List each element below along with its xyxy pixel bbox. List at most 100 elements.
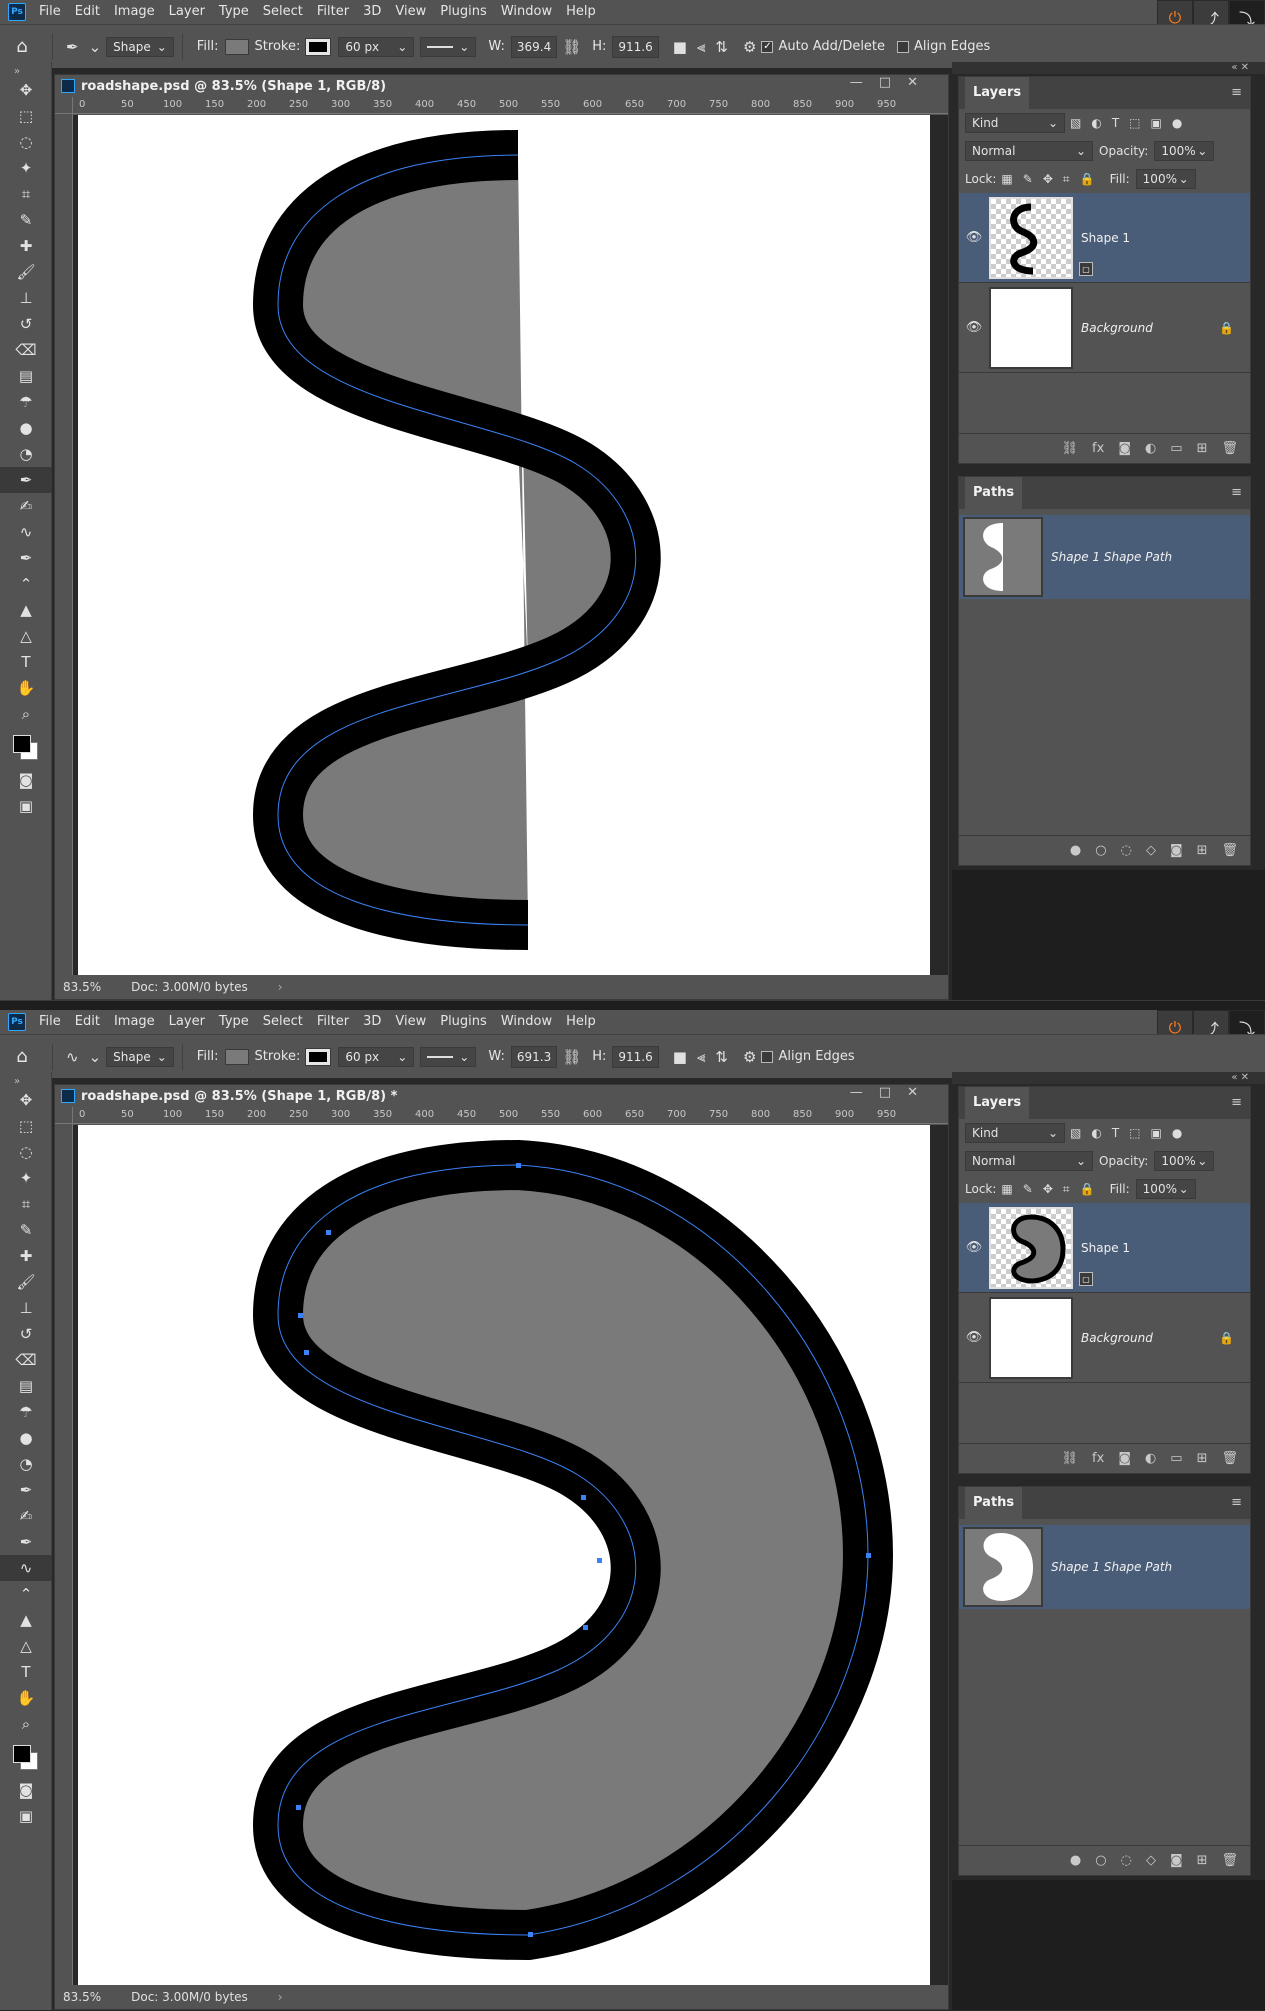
blur-tool-icon[interactable]: ☂ [0, 1399, 52, 1425]
panel-grip-icon[interactable]: » [0, 62, 51, 77]
menu-type[interactable]: Type [212, 1010, 256, 1034]
anchor-point[interactable] [304, 1350, 309, 1355]
path-operations-icon[interactable]: ■ [673, 1048, 687, 1066]
blur-tool-icon[interactable]: ☂ [0, 389, 52, 415]
pixel-filter-icon[interactable]: ▧ [1070, 116, 1081, 130]
paths-tab[interactable]: Paths [965, 1487, 1023, 1519]
new-group-icon[interactable]: ▭ [1170, 1451, 1182, 1466]
menu-help[interactable]: Help [559, 0, 603, 24]
anchor-point[interactable] [581, 1495, 586, 1500]
fill-path-icon[interactable]: ● [1070, 843, 1081, 858]
link-icon[interactable]: ⛓ [562, 1048, 581, 1066]
stroke-swatch[interactable] [305, 1047, 332, 1066]
panel-menu-icon[interactable]: ≡ [1231, 1495, 1242, 1510]
healing-brush-tool-icon[interactable]: ✚ [0, 1243, 52, 1269]
visibility-eye-icon[interactable]: 👁 [959, 320, 989, 335]
screen-mode-icon[interactable]: ▣ [0, 793, 52, 819]
opacity-input[interactable]: 100% ⌄ [1154, 1151, 1215, 1171]
lock-icon[interactable]: 🔒 [1219, 1331, 1234, 1345]
lock-position-icon[interactable]: ✥ [1043, 172, 1053, 186]
type-filter-icon[interactable]: T [1112, 116, 1119, 130]
smart-object-filter-icon[interactable]: ▣ [1151, 1126, 1162, 1140]
canvas[interactable] [78, 115, 930, 975]
menu-3d[interactable]: 3D [356, 1010, 388, 1034]
gradient-tool-icon[interactable]: ▤ [0, 1373, 52, 1399]
menu-image[interactable]: Image [107, 1010, 162, 1034]
layer-row-background[interactable]: 👁 Background 🔒 [959, 1293, 1250, 1383]
fill-swatch[interactable] [224, 1048, 249, 1065]
history-brush-tool-icon[interactable]: ↺ [0, 311, 52, 337]
width-input[interactable]: 369.4 [510, 35, 558, 58]
link-layers-icon[interactable]: ⛓ [1062, 441, 1079, 456]
layer-name[interactable]: Background [1081, 1331, 1153, 1345]
convert-point-tool-icon[interactable]: ⌃ [0, 571, 52, 597]
blend-mode-dropdown[interactable]: Normal ⌄ [965, 1151, 1093, 1171]
adjustment-filter-icon[interactable]: ◐ [1091, 1126, 1101, 1140]
quick-mask-icon[interactable]: ◙ [0, 1777, 52, 1803]
new-group-icon[interactable]: ▭ [1170, 441, 1182, 456]
type-tool-icon[interactable]: T [0, 649, 52, 675]
layer-name[interactable]: Background [1081, 321, 1153, 335]
panel-grip-icon[interactable]: » [0, 1072, 51, 1087]
lock-all-icon[interactable]: 🔒 [1080, 1182, 1095, 1196]
stroke-width-input[interactable]: 60 px ⌄ [338, 1046, 415, 1067]
gear-icon[interactable]: ⚙ [743, 1048, 756, 1066]
visibility-eye-icon[interactable]: 👁 [959, 230, 989, 245]
eraser-tool-icon[interactable]: ⌫ [0, 337, 52, 363]
eyedropper-tool-icon[interactable]: ✎ [0, 1217, 52, 1243]
marquee-tool-icon[interactable]: ⬚ [0, 103, 52, 129]
direct-selection-tool-icon[interactable]: △ [0, 623, 52, 649]
panel-menu-icon[interactable]: ≡ [1231, 1095, 1242, 1110]
new-layer-icon[interactable]: ⊞ [1197, 441, 1208, 456]
freeform-pen-tool-icon[interactable]: ✍ [0, 493, 52, 519]
lock-transparency-icon[interactable]: ▦ [1001, 1182, 1012, 1196]
new-layer-icon[interactable]: ⊞ [1197, 1451, 1208, 1466]
content-aware-pen-tool-icon[interactable]: ✒ [0, 1529, 52, 1555]
chevron-right-icon[interactable]: › [278, 980, 283, 994]
kind-filter-dropdown[interactable]: Kind ⌄ [965, 1123, 1065, 1143]
zoom-level[interactable]: 83.5% [63, 980, 101, 994]
crop-tool-icon[interactable]: ⌗ [0, 1191, 52, 1217]
canvas[interactable] [78, 1125, 930, 1985]
chevron-down-icon[interactable]: ⌄ [89, 38, 102, 56]
shape-filter-icon[interactable]: ⬚ [1129, 116, 1140, 130]
freeform-pen-tool-icon[interactable]: ✍ [0, 1503, 52, 1529]
tool-mode-dropdown[interactable]: Shape ⌄ [106, 1046, 174, 1067]
minimize-icon[interactable]: — [850, 75, 863, 90]
load-selection-icon[interactable]: ◌ [1121, 1853, 1132, 1868]
menu-view[interactable]: View [388, 0, 433, 24]
foreground-color[interactable] [13, 735, 31, 753]
panel-menu-icon[interactable]: ≡ [1231, 85, 1242, 100]
menu-edit[interactable]: Edit [68, 0, 107, 24]
home-icon[interactable]: ⌂ [0, 36, 44, 57]
visibility-eye-icon[interactable]: 👁 [959, 1330, 989, 1345]
fill-path-icon[interactable]: ● [1070, 1853, 1081, 1868]
add-mask-icon[interactable]: ◙ [1118, 441, 1131, 456]
lock-pixels-icon[interactable]: ✎ [1023, 1182, 1033, 1196]
make-work-path-icon[interactable]: ◇ [1146, 843, 1156, 858]
stamp-tool-icon[interactable]: ⊥ [0, 285, 52, 311]
lasso-tool-icon[interactable]: ◌ [0, 1139, 52, 1165]
lock-transparency-icon[interactable]: ▦ [1001, 172, 1012, 186]
anchor-point[interactable] [326, 1230, 331, 1235]
quick-mask-icon[interactable]: ◙ [0, 767, 52, 793]
pen-tool-icon[interactable]: ✒ [0, 467, 52, 493]
path-name[interactable]: Shape 1 Shape Path [1051, 1560, 1172, 1574]
convert-point-tool-icon[interactable]: ⌃ [0, 1581, 52, 1607]
hand-tool-icon[interactable]: ✋ [0, 675, 52, 701]
make-work-path-icon[interactable]: ◇ [1146, 1853, 1156, 1868]
layers-tab[interactable]: Layers [965, 77, 1030, 109]
align-edges-checkbox[interactable] [897, 40, 910, 53]
menu-view[interactable]: View [388, 1010, 433, 1034]
menu-layer[interactable]: Layer [162, 1010, 212, 1034]
lock-icon[interactable]: 🔒 [1219, 321, 1234, 335]
menu-filter[interactable]: Filter [310, 0, 356, 24]
delete-path-icon[interactable]: 🗑 [1221, 1853, 1238, 1868]
menu-layer[interactable]: Layer [162, 0, 212, 24]
marquee-tool-icon[interactable]: ⬚ [0, 1113, 52, 1139]
stroke-path-icon[interactable]: ○ [1095, 843, 1106, 858]
paths-tab[interactable]: Paths [965, 477, 1023, 509]
history-brush-tool-icon[interactable]: ↺ [0, 1321, 52, 1347]
add-mask-icon[interactable]: ◙ [1118, 1451, 1131, 1466]
fill-input[interactable]: 100% ⌄ [1135, 169, 1196, 189]
